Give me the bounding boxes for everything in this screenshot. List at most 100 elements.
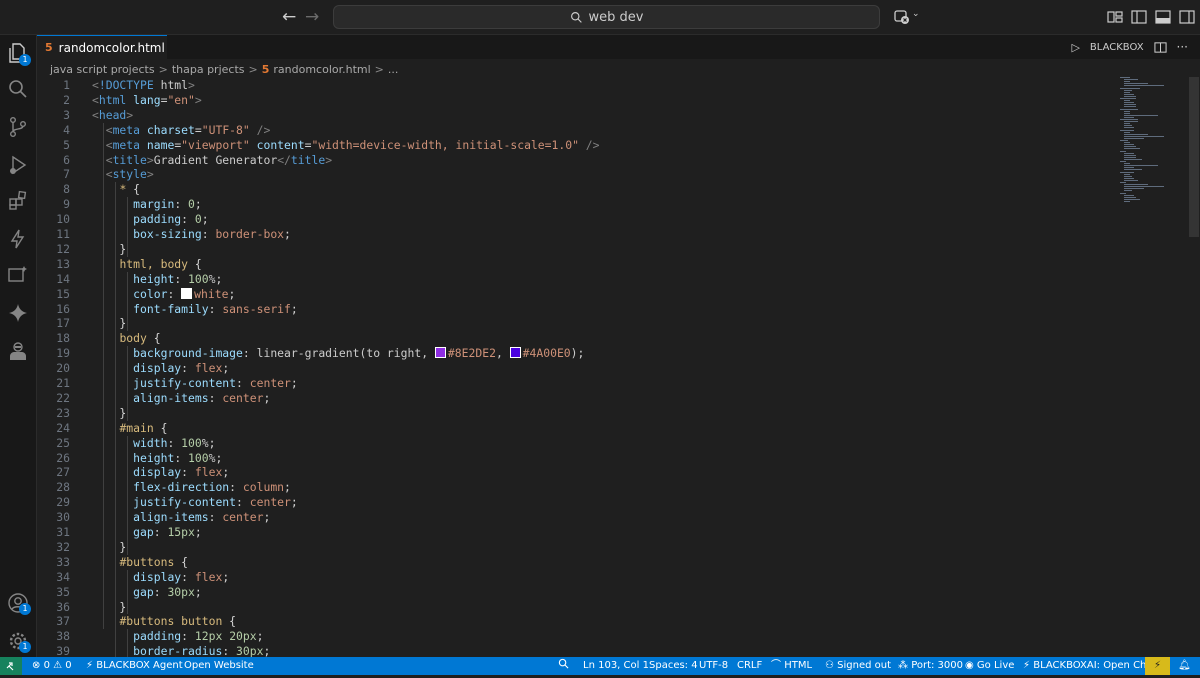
back-arrow-icon[interactable]: ← <box>282 7 296 27</box>
code-line[interactable]: 35 gap: 30px; <box>37 585 1117 600</box>
code-text: } <box>92 316 127 331</box>
indentation[interactable]: Spaces: 4 <box>649 657 698 675</box>
code-line[interactable]: 8 * { <box>37 182 1117 197</box>
signed-out-indicator[interactable]: ⚇ Signed out <box>825 657 891 675</box>
code-line[interactable]: 19 background-image: linear-gradient(to … <box>37 346 1117 361</box>
code-line[interactable]: 37 #buttons button { <box>37 614 1117 629</box>
minimap-line <box>1120 182 1126 183</box>
code-text: #buttons { <box>119 554 189 569</box>
cursor-position[interactable]: Ln 103, Col 1 <box>583 657 649 675</box>
code-line[interactable]: 29 justify-content: center; <box>37 495 1117 510</box>
minimap-line <box>1124 106 1136 108</box>
code-line[interactable]: 13 html, body { <box>37 257 1117 272</box>
code-line[interactable]: 36 } <box>37 600 1117 615</box>
code-line[interactable]: 39 border-radius: 30px; <box>37 644 1117 657</box>
code-line[interactable]: 38 padding: 12px 20px; <box>37 629 1117 644</box>
port-indicator[interactable]: ⁂ Port: 3000 <box>898 657 963 675</box>
code-line[interactable]: 2 <html lang="en"> <box>37 93 1117 108</box>
code-line[interactable]: 5 <meta name="viewport" content="width=d… <box>37 138 1117 153</box>
code-line[interactable]: 31 gap: 15px; <box>37 525 1117 540</box>
code-line[interactable]: 28 flex-direction: column; <box>37 480 1117 495</box>
minimap-line <box>1124 200 1130 202</box>
run-and-debug-icon[interactable] <box>6 153 30 177</box>
source-control-icon[interactable] <box>6 115 30 139</box>
forward-arrow-icon[interactable]: → <box>305 7 319 27</box>
end-of-line[interactable]: CRLF <box>737 657 762 675</box>
line-number: 17 <box>56 316 70 331</box>
code-line[interactable]: 22 align-items: center; <box>37 391 1117 406</box>
more-actions-icon[interactable]: ··· <box>1177 40 1188 54</box>
code-line[interactable]: 23 } <box>37 406 1117 421</box>
minimap-line <box>1120 119 1138 120</box>
color-swatch[interactable] <box>509 347 521 359</box>
line-number: 16 <box>56 301 70 316</box>
code-line[interactable]: 24 #main { <box>37 421 1117 436</box>
code-line[interactable]: 7 <style> <box>37 167 1117 182</box>
split-editor-icon[interactable] <box>1153 41 1167 54</box>
breadcrumb-item[interactable]: thapa prjects <box>172 63 245 76</box>
code-line[interactable]: 30 align-items: center; <box>37 510 1117 525</box>
code-line[interactable]: 21 justify-content: center; <box>37 376 1117 391</box>
minimap[interactable] <box>1118 77 1178 207</box>
code-line[interactable]: 10 padding: 0; <box>37 212 1117 227</box>
color-swatch[interactable] <box>181 287 193 299</box>
warning-icon: ⚠ <box>53 660 63 671</box>
code-line[interactable]: 4 <meta charset="UTF-8" /> <box>37 123 1117 138</box>
remote-explorer-icon[interactable] <box>6 263 30 287</box>
run-button-label[interactable]: BLACKBOX <box>1090 42 1144 53</box>
code-line[interactable]: 32 } <box>37 540 1117 555</box>
breadcrumb-item[interactable]: randomcolor.html <box>273 63 370 76</box>
remote-indicator[interactable] <box>0 657 22 675</box>
breadcrumb-item[interactable]: java script projects <box>50 63 155 76</box>
tab-randomcolor-html[interactable]: 5 randomcolor.html <box>37 35 167 59</box>
copilot-icon[interactable] <box>893 8 911 26</box>
minimap-line <box>1124 167 1134 169</box>
run-play-icon[interactable]: ▷ <box>1071 41 1079 54</box>
code-line[interactable]: 3 <head> <box>37 108 1117 123</box>
notifications-bell-icon[interactable]: 🔔︎ <box>1178 657 1191 675</box>
code-line[interactable]: 33 #buttons { <box>37 555 1117 570</box>
broadcast-icon: ⁂ <box>898 660 908 671</box>
color-swatch[interactable] <box>434 347 446 359</box>
code-line[interactable]: 18 body { <box>37 331 1117 346</box>
code-line[interactable]: 12 } <box>37 242 1117 257</box>
warning-badge-icon[interactable]: ⚡ <box>1145 657 1170 675</box>
line-number: 35 <box>56 584 70 599</box>
code-line[interactable]: 17 } <box>37 316 1117 331</box>
code-line[interactable]: 34 display: flex; <box>37 570 1117 585</box>
language-mode[interactable]: ⌒ HTML <box>771 657 812 675</box>
breadcrumb-item[interactable]: ... <box>388 63 399 76</box>
code-line[interactable]: 26 height: 100%; <box>37 451 1117 466</box>
toggle-primary-sidebar-icon[interactable] <box>1130 8 1148 26</box>
extensions-icon[interactable] <box>6 189 30 213</box>
code-editor[interactable]: 1 <!DOCTYPE html> 2 <html lang="en"> 3 <head>… <box>37 77 1187 657</box>
lightning-icon[interactable] <box>6 227 30 251</box>
blackbox-agent-button[interactable]: ⚡ BLACKBOX Agent <box>86 657 183 675</box>
code-line[interactable]: 11 box-sizing: border-box; <box>37 227 1117 242</box>
blackbox-agent-icon[interactable] <box>6 339 30 363</box>
code-line[interactable]: 1 <!DOCTYPE html> <box>37 78 1117 93</box>
chevron-down-icon[interactable]: ⌄ <box>912 9 920 19</box>
customize-layout-icon[interactable] <box>1106 8 1124 26</box>
code-line[interactable]: 20 display: flex; <box>37 361 1117 376</box>
code-line[interactable]: 15 color: white; <box>37 287 1117 302</box>
code-line[interactable]: 14 height: 100%; <box>37 272 1117 287</box>
command-center-search[interactable]: web dev <box>333 5 880 29</box>
code-line[interactable]: 27 display: flex; <box>37 465 1117 480</box>
gemini-sparkle-icon[interactable] <box>6 301 30 325</box>
encoding[interactable]: UTF-8 <box>699 657 728 675</box>
open-website-button[interactable]: Open Website <box>184 657 254 675</box>
toggle-secondary-sidebar-icon[interactable] <box>1178 8 1196 26</box>
code-line[interactable]: 16 font-family: sans-serif; <box>37 302 1117 317</box>
zoom-icon[interactable] <box>558 657 569 675</box>
search-icon[interactable] <box>6 77 30 101</box>
go-live-button[interactable]: ◉ Go Live <box>965 657 1014 675</box>
blackboxai-chat-button[interactable]: ⚡ BLACKBOXAI: Open Chat <box>1023 657 1156 675</box>
code-line[interactable]: 9 margin: 0; <box>37 197 1117 212</box>
code-line[interactable]: 25 width: 100%; <box>37 436 1117 451</box>
scrollbar-thumb[interactable] <box>1189 77 1199 237</box>
code-line[interactable]: 6 <title>Gradient Generator</title> <box>37 153 1117 168</box>
toggle-panel-icon[interactable] <box>1154 8 1172 26</box>
minimap-line <box>1124 110 1130 112</box>
problems-indicator[interactable]: ⊗ 0 ⚠ 0 <box>32 657 72 675</box>
